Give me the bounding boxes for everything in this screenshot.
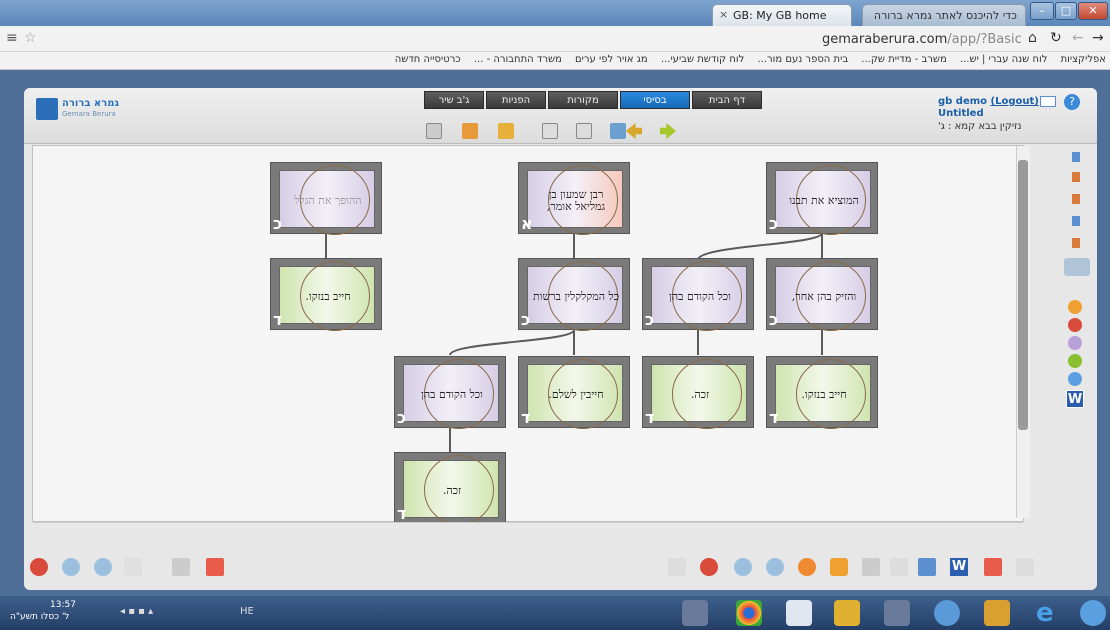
internet-explorer-icon[interactable]: e: [1036, 598, 1054, 628]
taskbar-time: 13:57: [50, 600, 76, 610]
connector: [449, 329, 575, 356]
node-letter: כ: [769, 214, 779, 233]
taskbar-app-icon[interactable]: [984, 600, 1010, 626]
panel-item-icon[interactable]: [1072, 216, 1080, 226]
node-text: חייבין לשלם.: [548, 388, 604, 401]
node-letter: א: [521, 214, 533, 233]
purple-icon[interactable]: [1068, 336, 1082, 350]
node-letter: כ: [521, 310, 531, 329]
node-n4[interactable]: חייב בנזקו. ד: [270, 258, 382, 331]
panel-toggle[interactable]: [1064, 258, 1090, 276]
node-body: חייב בנזקו.: [775, 359, 871, 429]
print-icon[interactable]: [862, 558, 880, 576]
node-text: רבן שמעון בן גמליאל אומר,: [546, 188, 606, 213]
page-icon[interactable]: [890, 558, 908, 576]
node-letter: ד: [769, 408, 779, 427]
node-text: חייב בנזקו.: [305, 290, 351, 303]
zoom-out-icon[interactable]: [94, 558, 112, 576]
node-text: וכל הקודם בהן: [669, 290, 731, 303]
tray-icons[interactable]: ◂ ▪ ▪ ▴: [120, 606, 153, 617]
taskbar-app-icon[interactable]: [884, 600, 910, 626]
panel-item-icon[interactable]: [1072, 152, 1080, 162]
word-export-icon[interactable]: W: [1066, 390, 1084, 408]
eraser-icon[interactable]: [668, 558, 686, 576]
delete-icon[interactable]: [30, 558, 48, 576]
red-icon[interactable]: [1068, 318, 1082, 332]
node-text: זכה.: [690, 388, 710, 401]
chrome-icon[interactable]: [736, 600, 762, 626]
green-icon[interactable]: [1068, 354, 1082, 368]
node-text: חייב בנזקו.: [801, 388, 847, 401]
node-letter: ד: [521, 408, 531, 427]
export-icon[interactable]: [918, 558, 936, 576]
node-body: רבן שמעון בן גמליאל אומר,: [527, 165, 623, 235]
horizontal-scrollbar[interactable]: [33, 522, 1023, 534]
panel-item-icon[interactable]: [1072, 238, 1080, 248]
node-text: המוציא את תבנו: [789, 194, 859, 207]
zoom-out-icon[interactable]: [766, 558, 784, 576]
node-letter: ד: [397, 504, 407, 523]
print-icon[interactable]: [172, 558, 190, 576]
node-n11[interactable]: חייב בנזקו. ד: [766, 356, 878, 429]
zoom-in-icon[interactable]: [734, 558, 752, 576]
word-export-icon[interactable]: W: [950, 558, 968, 576]
node-n6[interactable]: וכל הקודם בהן כ: [642, 258, 754, 331]
node-body: חייב בנזקו.: [279, 261, 375, 331]
pdf-icon[interactable]: [206, 558, 224, 576]
node-letter: ד: [273, 310, 283, 329]
node-n7[interactable]: והזיק בהן אחר, כ: [766, 258, 878, 331]
node-letter: ד: [645, 408, 655, 427]
node-n5[interactable]: כל המקלקלין ברשות כ: [518, 258, 630, 331]
blue-icon[interactable]: [1068, 372, 1082, 386]
node-n8[interactable]: וכל הקודם בהן כ: [394, 356, 506, 429]
node-n3[interactable]: המוציא את תבנו כ: [766, 162, 878, 235]
style-icon[interactable]: [830, 558, 848, 576]
node-body: ההופך את הגלל: [279, 165, 375, 235]
node-body: המוציא את תבנו: [775, 165, 871, 235]
node-body: והזיק בהן אחר,: [775, 261, 871, 331]
zoom-in-icon[interactable]: [62, 558, 80, 576]
node-text: וכל הקודם בהן: [421, 388, 483, 401]
language-indicator[interactable]: HE: [240, 606, 254, 617]
node-n2[interactable]: רבן שמעון בן גמליאל אומר, א: [518, 162, 630, 235]
node-body: וכל הקודם בהן: [651, 261, 747, 331]
node-text: ההופך את הגלל: [294, 194, 362, 207]
language-icon[interactable]: [124, 558, 142, 576]
node-n10[interactable]: זכה. ד: [642, 356, 754, 429]
node-letter: כ: [769, 310, 779, 329]
node-letter: כ: [273, 214, 283, 233]
taskbar-date: ל' כסלו תשע"ה: [10, 612, 70, 622]
panel-item-icon[interactable]: [1072, 194, 1080, 204]
color-icon[interactable]: [798, 558, 816, 576]
file-explorer-icon[interactable]: [834, 600, 860, 626]
taskbar-app-icon[interactable]: [786, 600, 812, 626]
pdf-icon[interactable]: [984, 558, 1002, 576]
node-letter: כ: [645, 310, 655, 329]
node-body: זכה.: [651, 359, 747, 429]
taskbar-app-icon[interactable]: [934, 600, 960, 626]
connector: [697, 232, 823, 261]
node-text: והזיק בהן אחר,: [791, 290, 857, 303]
edit-icon[interactable]: [1016, 558, 1034, 576]
node-n12[interactable]: זכה. ד: [394, 452, 506, 525]
taskbar-app-icon[interactable]: [1080, 600, 1106, 626]
node-body: זכה.: [403, 455, 499, 525]
node-n1[interactable]: ההופך את הגלל כ: [270, 162, 382, 235]
node-text: כל המקלקלין ברשות: [532, 290, 620, 303]
delete-icon[interactable]: [700, 558, 718, 576]
vertical-scroll-thumb[interactable]: [1018, 160, 1028, 430]
node-text: זכה.: [442, 484, 462, 497]
node-letter: כ: [397, 408, 407, 427]
node-body: חייבין לשלם.: [527, 359, 623, 429]
node-body: וכל הקודם בהן: [403, 359, 499, 429]
panel-item-icon[interactable]: [1072, 172, 1080, 182]
taskbar-app-icon[interactable]: [682, 600, 708, 626]
node-body: כל המקלקלין ברשות: [527, 261, 623, 331]
orange-icon[interactable]: [1068, 300, 1082, 314]
node-n9[interactable]: חייבין לשלם. ד: [518, 356, 630, 429]
